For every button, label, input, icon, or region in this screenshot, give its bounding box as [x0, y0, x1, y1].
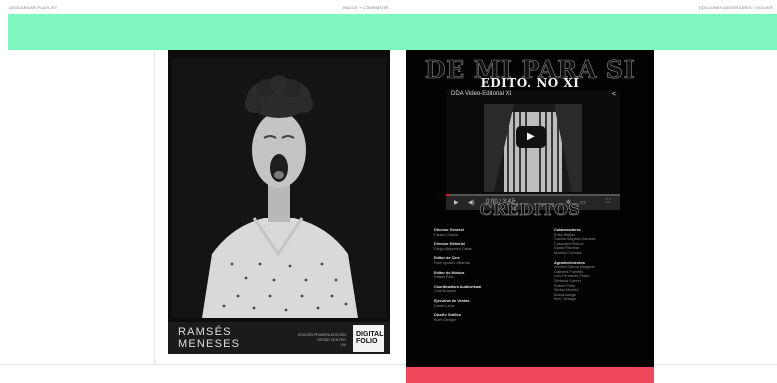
cover-top-strip [168, 50, 390, 53]
magazine-cover[interactable]: RAMSÉS MENESES EDICIÓN PRIMERA EDICIÓN D… [168, 50, 390, 354]
top-nav-bar: DESCARGAR PLAYLIST ÍNDICE + COMPARTIR ED… [0, 0, 777, 14]
share-icon[interactable]: < [612, 91, 616, 98]
cover-caption-line: DESDE DENTRO [317, 338, 346, 342]
cover-caption-line: XIII [340, 343, 346, 347]
cover-photo [172, 58, 386, 318]
bottom-divider [0, 364, 777, 365]
credits-title: CRÉDITOS [479, 200, 581, 220]
play-icon[interactable]: ▶ [527, 131, 535, 143]
left-divider [154, 50, 155, 364]
logo-line1: DIGITAL [356, 331, 384, 338]
play-button[interactable]: ▶ [516, 126, 546, 148]
editorial-panel: DE MI PARA SI EDITO. NO XI DDA Video-Edi… [406, 50, 654, 367]
credit-gap [434, 322, 544, 327]
teal-banner [8, 14, 777, 50]
magazine-subtitle: EDITO. NO XI [480, 76, 580, 90]
download-playlist-link[interactable]: DESCARGAR PLAYLIST [9, 5, 57, 10]
cover-name-line2: MENESES [178, 338, 241, 350]
brand-logo: DIGITAL FOLIO [353, 325, 384, 352]
index-share-link[interactable]: ÍNDICE + COMPARTIR [343, 5, 388, 10]
red-footer-strip [406, 367, 654, 383]
credits-right-column: Colaboradores Erika Batitas Camila Salgado… [554, 228, 664, 307]
cover-caption-line: EDICIÓN PRIMERA EDICIÓN [297, 333, 346, 337]
video-title[interactable]: DDA Video-Editorial XI [451, 91, 511, 97]
thumbnail-illustration [484, 104, 582, 192]
credits-left-column: Director General Fausto Garcia Director Ed… [434, 228, 544, 327]
portrait-illustration [172, 58, 386, 318]
cover-name-line1: RAMSÉS [178, 326, 232, 338]
logo-text: DIGITAL FOLIO [356, 331, 383, 345]
logo-line2: FOLIO [356, 338, 378, 345]
credit-gap [554, 302, 664, 307]
video-player[interactable]: DDA Video-Editorial XI < ▶ ▶ ◀) 0:00 / 3… [446, 90, 620, 210]
video-thumbnail[interactable] [484, 104, 582, 192]
cover-caption: RAMSÉS MENESES EDICIÓN PRIMERA EDICIÓN D… [168, 322, 390, 354]
previous-editions-link[interactable]: EDICIONES ANTERIORES / VOLVER [699, 5, 773, 10]
